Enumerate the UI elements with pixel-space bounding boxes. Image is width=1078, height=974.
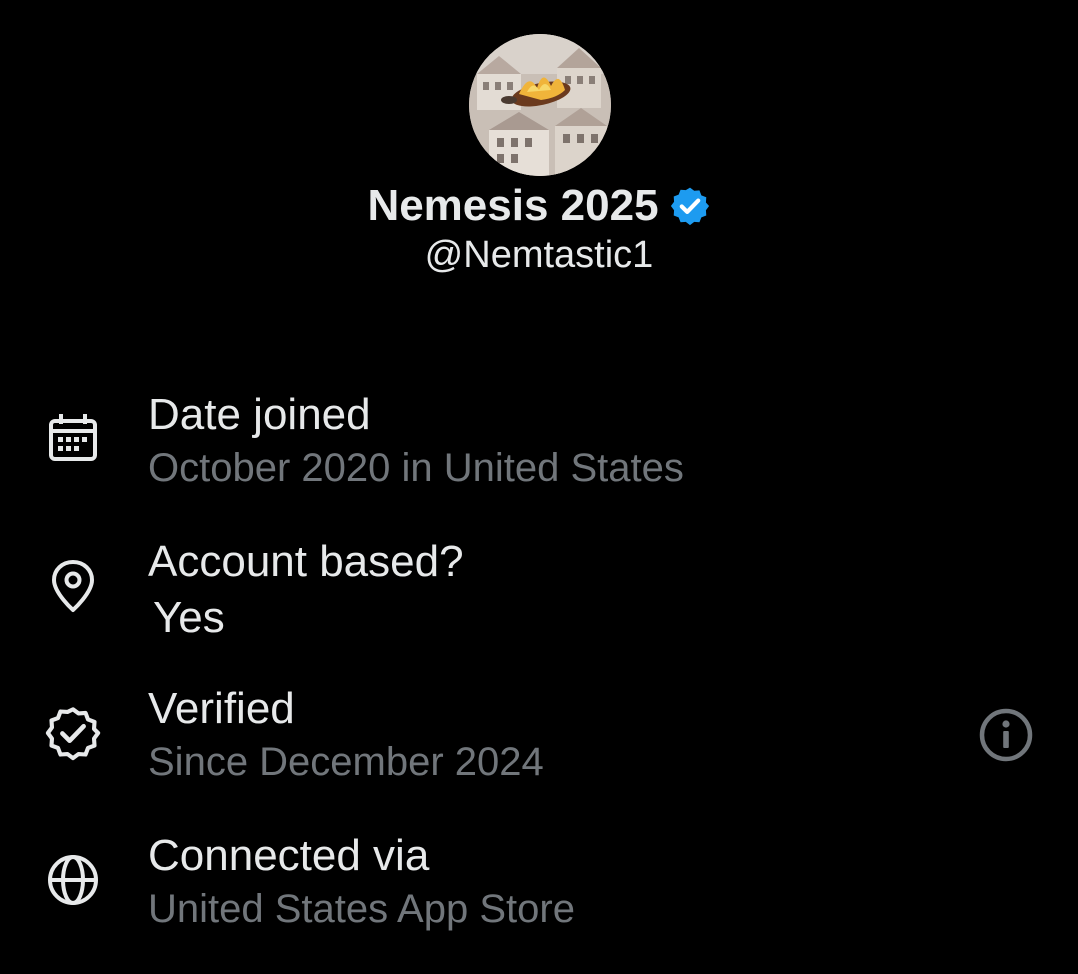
date-joined-row: Date joined October 2020 in United State… bbox=[0, 386, 1078, 516]
date-joined-value: October 2020 in United States bbox=[148, 446, 684, 490]
account-based-label: Account based? bbox=[148, 537, 464, 586]
account-based-value: Yes bbox=[153, 593, 225, 642]
info-icon[interactable] bbox=[976, 705, 1036, 765]
verified-outline-icon bbox=[44, 704, 102, 762]
profile-header: Nemesis 2025 @Nemtastic1 bbox=[0, 0, 1078, 300]
handle[interactable]: @Nemtastic1 bbox=[0, 234, 1078, 277]
name-row: Nemesis 2025 bbox=[0, 176, 1078, 236]
verified-row: Verified Since December 2024 bbox=[0, 680, 1078, 810]
connected-via-row: Connected via United States App Store bbox=[0, 827, 1078, 957]
location-pin-icon bbox=[44, 557, 102, 615]
verified-value: Since December 2024 bbox=[148, 740, 544, 784]
verified-check-icon[interactable] bbox=[669, 185, 711, 227]
verified-label: Verified bbox=[148, 684, 295, 733]
connected-via-label: Connected via bbox=[148, 831, 430, 880]
avatar[interactable] bbox=[469, 34, 611, 176]
account-based-row: Account based? Yes bbox=[0, 533, 1078, 663]
calendar-icon bbox=[44, 410, 102, 468]
globe-icon bbox=[44, 851, 102, 909]
display-name: Nemesis 2025 bbox=[367, 181, 659, 230]
connected-via-value: United States App Store bbox=[148, 887, 575, 931]
date-joined-label: Date joined bbox=[148, 390, 371, 439]
